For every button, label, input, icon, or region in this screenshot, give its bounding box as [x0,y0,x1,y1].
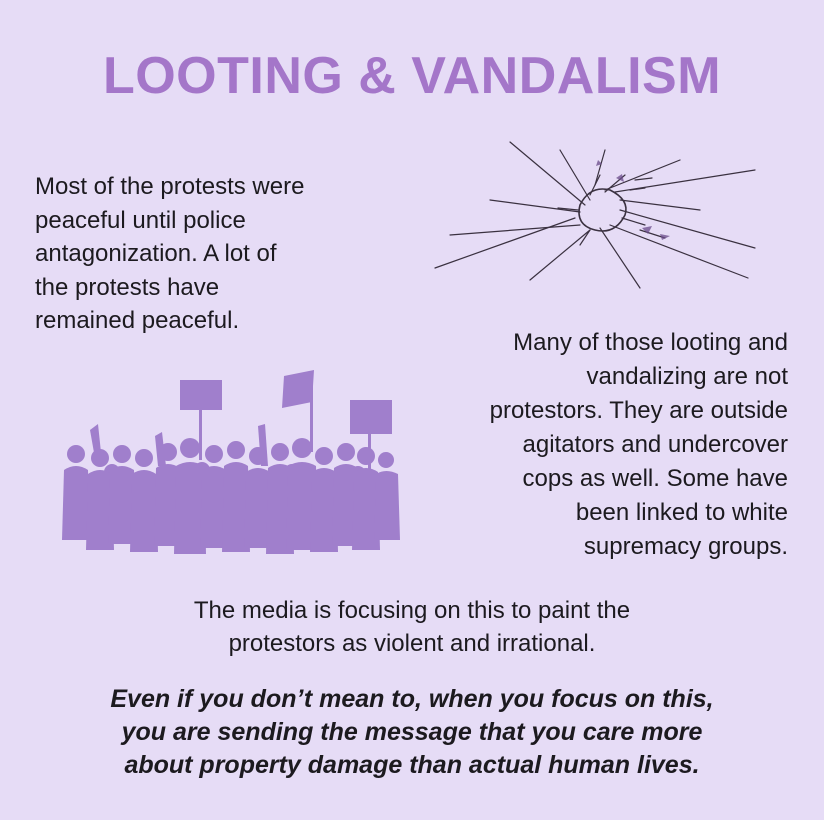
paragraph-line: agitators and undercover [522,431,789,458]
paragraph-line: supremacy groups. [583,533,788,560]
paragraph-line: antagonization. A lot of [35,240,277,267]
page-title: LOOTING & VANDALISM [102,47,722,105]
broken-glass-icon [434,141,756,289]
warning-paragraph: Even if you don’t mean to, when you focu… [0,683,824,782]
paragraph-line: about property damage than actual human … [124,751,700,779]
paragraph-line: protestors. They are outside [489,397,788,424]
paragraph-line: you are sending the message that you car… [121,718,703,746]
paragraph-line: the protests have [35,273,220,301]
peaceful-protests-paragraph: Most of the protests were peaceful until… [35,170,375,338]
paragraph-line: peaceful until police [35,206,246,234]
paragraph-line: remained peaceful. [35,307,240,334]
paragraph-line: cops as well. Some have [522,465,788,492]
paragraph-line: The media is focusing on this to paint t… [193,597,631,624]
paragraph-line: protestors as violent and irrational. [228,630,596,657]
outside-agitators-paragraph: Many of those looting and vandalizing ar… [408,326,788,564]
paragraph-line: Most of the protests were [35,173,305,200]
media-focus-paragraph: The media is focusing on this to paint t… [0,594,824,660]
paragraph-line: vandalizing are not [586,363,788,390]
paragraph-line: Many of those looting and [513,329,788,356]
protest-crowd-icon [62,370,400,554]
paragraph-line: Even if you don’t mean to, when you focu… [110,685,714,713]
paragraph-line: been linked to white [575,499,788,526]
